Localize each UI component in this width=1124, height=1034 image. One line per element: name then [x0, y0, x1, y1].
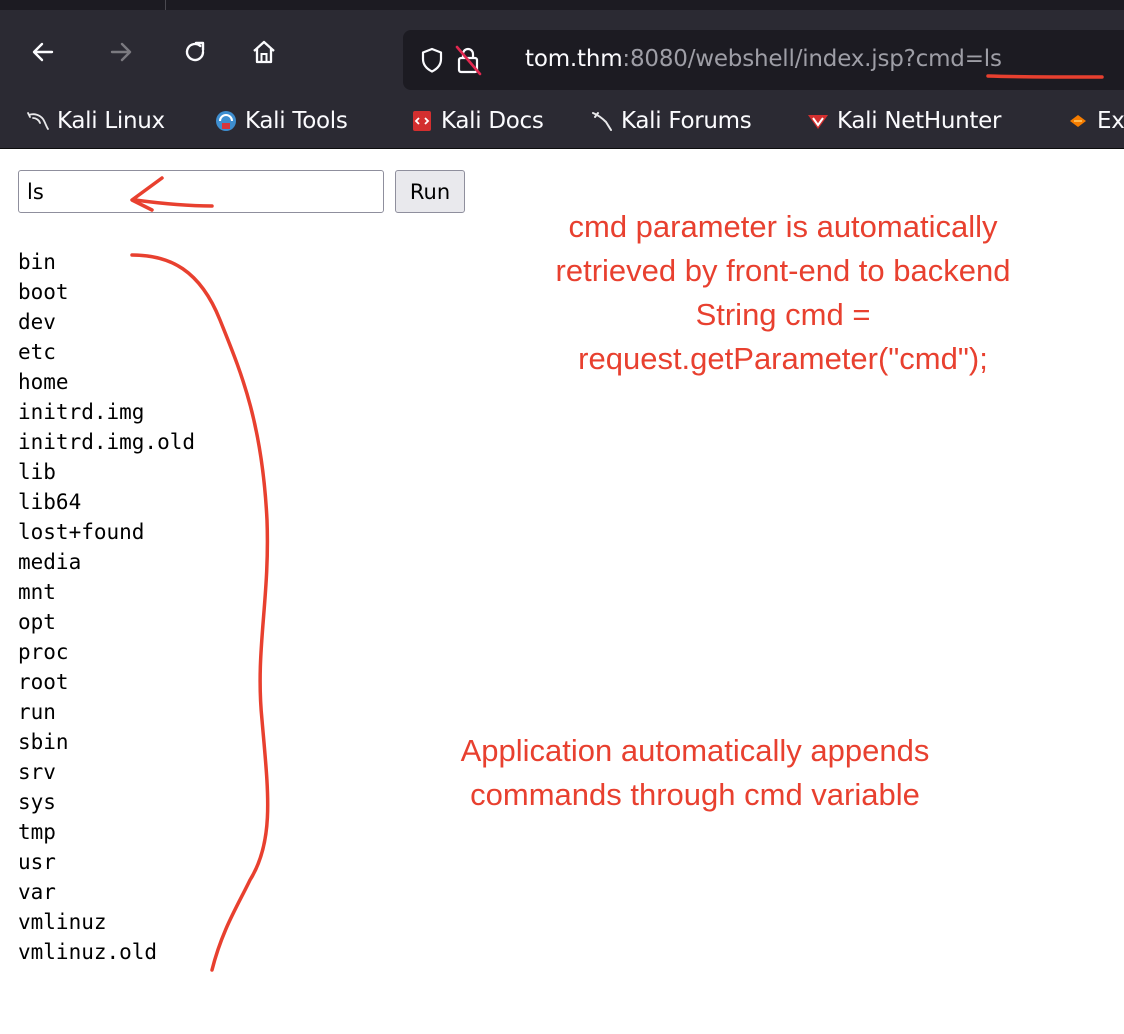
output-line: lib [18, 460, 56, 484]
output-line: media [18, 550, 82, 574]
bookmark-label: Kali Forums [621, 108, 752, 134]
output-line: usr [18, 850, 56, 874]
tracking-protection-shield-icon[interactable] [419, 46, 445, 74]
bookmark-kali-docs[interactable]: Kali Docs [410, 107, 544, 135]
bookmark-kali-nethunter[interactable]: Kali NetHunter [806, 107, 1001, 135]
bookmark-label: Kali Docs [441, 108, 544, 134]
output-line: mnt [18, 580, 56, 604]
bookmark-kali-forums[interactable]: Kali Forums [590, 107, 752, 135]
cmd-input[interactable] [18, 170, 384, 213]
output-line: proc [18, 640, 69, 664]
insecure-lock-icon[interactable] [453, 44, 483, 76]
page-content: Run bin boot dev etc home initrd.img initrd.im… [0, 149, 1124, 1034]
output-line: root [18, 670, 69, 694]
url-text[interactable]: tom.thm:8080/webshell/index.jsp?cmd=ls [525, 46, 1002, 72]
output-line: srv [18, 760, 56, 784]
output-line: vmlinuz [18, 910, 107, 934]
output-line: sys [18, 790, 56, 814]
output-line: initrd.img.old [18, 430, 196, 454]
output-line: vmlinuz.old [18, 940, 158, 964]
url-path: :8080/webshell/index.jsp?cmd=ls [622, 46, 1002, 72]
annotation-line: String cmd = [695, 297, 871, 332]
output-line: home [18, 370, 69, 394]
annotation-line: commands through cmd variable [470, 777, 920, 812]
annotation-line: Application automatically appends [460, 733, 930, 768]
kali-forums-icon [592, 112, 612, 131]
output-line: initrd.img [18, 400, 145, 424]
kali-docs-icon [413, 111, 431, 131]
kali-tools-icon [216, 111, 236, 131]
url-bar[interactable]: tom.thm:8080/webshell/index.jsp?cmd=ls [403, 30, 1124, 90]
bookmark-label: Kali NetHunter [837, 108, 1002, 134]
tab-strip [0, 0, 1124, 10]
navigation-toolbar: tom.thm:8080/webshell/index.jsp?cmd=ls [0, 10, 1124, 95]
bookmark-exploit-db[interactable]: Ex [1066, 107, 1124, 135]
kali-dragon-icon [27, 112, 49, 130]
annotation-line: cmd parameter is automatically [568, 209, 998, 244]
output-line: var [18, 880, 56, 904]
back-arrow-icon [32, 42, 54, 62]
home-button[interactable] [249, 37, 279, 67]
bookmark-label: Kali Linux [57, 108, 165, 134]
annotation-cmd-parameter: cmd parameter is automatically retrieved … [505, 205, 1061, 381]
output-line: opt [18, 610, 56, 634]
bookmark-kali-tools[interactable]: Kali Tools [214, 107, 348, 135]
output-line: boot [18, 280, 69, 304]
output-line: dev [18, 310, 56, 334]
back-button[interactable] [28, 37, 58, 67]
annotation-cmd-variable: Application automatically appends command… [400, 729, 990, 817]
annotation-line: retrieved by front-end to backend [555, 253, 1011, 288]
reload-button[interactable] [180, 37, 210, 67]
output-line: bin [18, 250, 56, 274]
exploit-db-icon [1070, 115, 1086, 127]
forward-button[interactable] [106, 37, 136, 67]
kali-nethunter-icon [808, 115, 828, 129]
home-icon [253, 40, 275, 64]
output-line: sbin [18, 730, 69, 754]
output-line: run [18, 700, 56, 724]
output-line: etc [18, 340, 56, 364]
run-button[interactable]: Run [395, 170, 465, 213]
bookmark-label: Kali Tools [245, 108, 348, 134]
command-output: bin boot dev etc home initrd.img initrd.img.ol… [18, 247, 195, 967]
forward-arrow-icon [110, 42, 132, 62]
output-line: lib64 [18, 490, 82, 514]
url-host: tom.thm [525, 46, 623, 72]
annotation-line: request.getParameter("cmd"); [578, 341, 988, 376]
output-line: lost+found [18, 520, 145, 544]
tab-separator [165, 0, 166, 10]
bookmark-kali-linux[interactable]: Kali Linux [26, 107, 165, 135]
reload-icon [185, 41, 205, 62]
bookmarks-toolbar: Kali Linux Kali Tools Kali Docs Kali For… [0, 95, 1124, 149]
output-line: tmp [18, 820, 56, 844]
bookmark-label: Ex [1097, 108, 1124, 134]
